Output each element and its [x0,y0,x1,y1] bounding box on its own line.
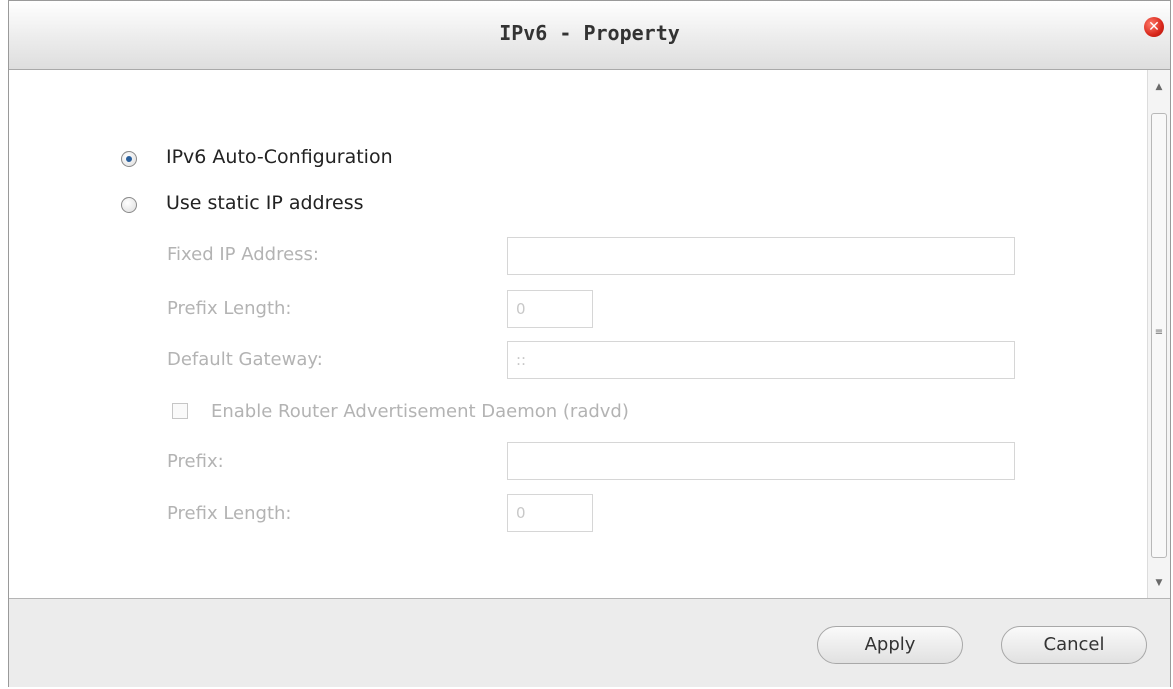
scroll-up-icon[interactable]: ▲ [1148,76,1170,98]
prefix-length-label: Prefix Length: [167,298,292,319]
radvd-checkbox[interactable] [172,403,188,419]
static-ip-label: Use static IP address [166,192,364,214]
vertical-scrollbar[interactable]: ▲ ≡ ▼ [1147,70,1170,598]
prefix-label: Prefix: [167,451,224,472]
fixed-ip-label: Fixed IP Address: [167,244,319,265]
fixed-ip-input[interactable] [507,237,1015,275]
radvd-label: Enable Router Advertisement Daemon (radv… [211,401,629,422]
default-gateway-input[interactable]: :: [507,341,1015,379]
auto-config-label: IPv6 Auto-Configuration [166,146,393,168]
radvd-prefix-length-label: Prefix Length: [167,503,292,524]
radvd-prefix-length-input[interactable]: 0 [507,494,593,532]
auto-config-radio[interactable] [121,151,137,167]
dialog-titlebar: IPv6 - Property ✕ [9,1,1170,70]
dialog-footer: Apply Cancel [9,598,1170,687]
static-ip-radio[interactable] [121,197,137,213]
apply-button[interactable]: Apply [817,626,963,664]
ipv6-property-dialog: IPv6 - Property ✕ IPv6 Auto-Configuratio… [8,0,1171,687]
close-icon[interactable]: ✕ [1144,17,1164,37]
prefix-length-input[interactable]: 0 [507,290,593,328]
dialog-title: IPv6 - Property [499,21,680,45]
scroll-thumb[interactable]: ≡ [1151,113,1167,558]
static-ip-option[interactable]: Use static IP address [121,192,481,220]
auto-config-option[interactable]: IPv6 Auto-Configuration [121,146,481,174]
prefix-input[interactable] [507,442,1015,480]
dialog-content: IPv6 Auto-Configuration Use static IP ad… [9,70,1170,598]
scroll-grip-icon: ≡ [1154,327,1164,338]
scroll-down-icon[interactable]: ▼ [1148,572,1170,594]
cancel-button[interactable]: Cancel [1001,626,1147,664]
default-gateway-label: Default Gateway: [167,349,323,370]
